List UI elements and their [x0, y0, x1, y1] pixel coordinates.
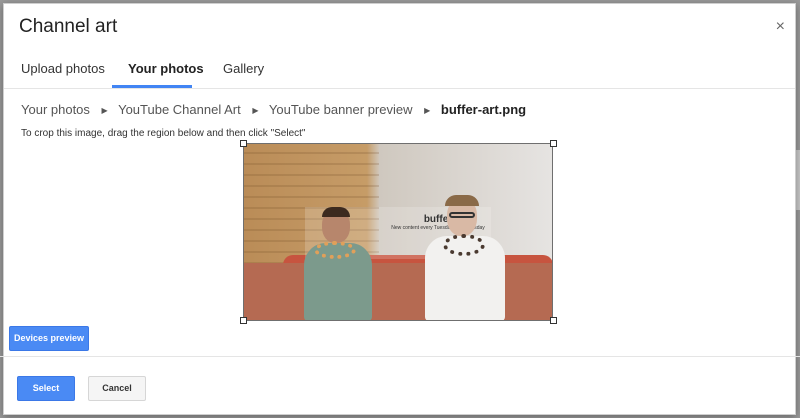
- breadcrumb-item-your-photos[interactable]: Your photos: [21, 102, 90, 117]
- tab-bar: Upload photos Your photos Gallery: [4, 48, 795, 89]
- chevron-right-icon: ▶: [252, 106, 259, 115]
- chevron-right-icon: ▶: [101, 106, 108, 115]
- crop-handle-bottom-left[interactable]: [240, 317, 247, 324]
- breadcrumb-item-youtube-channel-art[interactable]: YouTube Channel Art: [118, 102, 241, 117]
- close-icon[interactable]: ×: [776, 19, 785, 35]
- crop-box-border[interactable]: [243, 143, 553, 321]
- tab-gallery[interactable]: Gallery: [223, 61, 264, 76]
- tab-upload-photos[interactable]: Upload photos: [21, 61, 105, 76]
- active-tab-indicator: [112, 85, 192, 88]
- cancel-button[interactable]: Cancel: [88, 376, 146, 401]
- devices-preview-button[interactable]: Devices preview: [9, 326, 89, 351]
- breadcrumb-item-youtube-banner-preview[interactable]: YouTube banner preview: [269, 102, 413, 117]
- chevron-right-icon: ▶: [424, 106, 431, 115]
- crop-handle-top-left[interactable]: [240, 140, 247, 147]
- crop-instructions: To crop this image, drag the region belo…: [21, 128, 306, 139]
- breadcrumb: Your photos ▶ YouTube Channel Art ▶ YouT…: [21, 102, 526, 117]
- crop-handle-bottom-right[interactable]: [550, 317, 557, 324]
- crop-handle-top-right[interactable]: [550, 140, 557, 147]
- footer-divider: [0, 356, 800, 357]
- tab-your-photos[interactable]: Your photos: [128, 61, 204, 76]
- dialog-title: Channel art: [19, 16, 118, 37]
- breadcrumb-current-file: buffer-art.png: [440, 102, 527, 117]
- select-button[interactable]: Select: [17, 376, 75, 401]
